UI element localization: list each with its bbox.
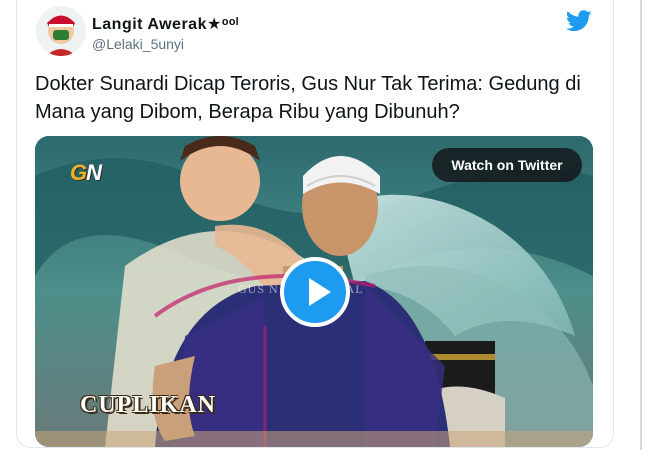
channel-logo: GN	[70, 160, 102, 185]
user-handle[interactable]: @Lelaki_5unyi	[92, 36, 184, 52]
page-edge	[640, 0, 642, 450]
tweet-text: Dokter Sunardi Dicap Teroris, Gus Nur Ta…	[35, 73, 581, 123]
play-icon[interactable]	[280, 257, 350, 327]
video-caption: CUPLIKAN	[80, 392, 217, 418]
display-name[interactable]: Langit Awerak★ᵒᵒˡ	[92, 14, 239, 34]
avatar[interactable]	[36, 6, 86, 56]
twitter-bird-icon[interactable]	[566, 10, 592, 32]
watch-on-twitter-button[interactable]: Watch on Twitter	[432, 148, 582, 182]
play-triangle	[309, 278, 331, 306]
